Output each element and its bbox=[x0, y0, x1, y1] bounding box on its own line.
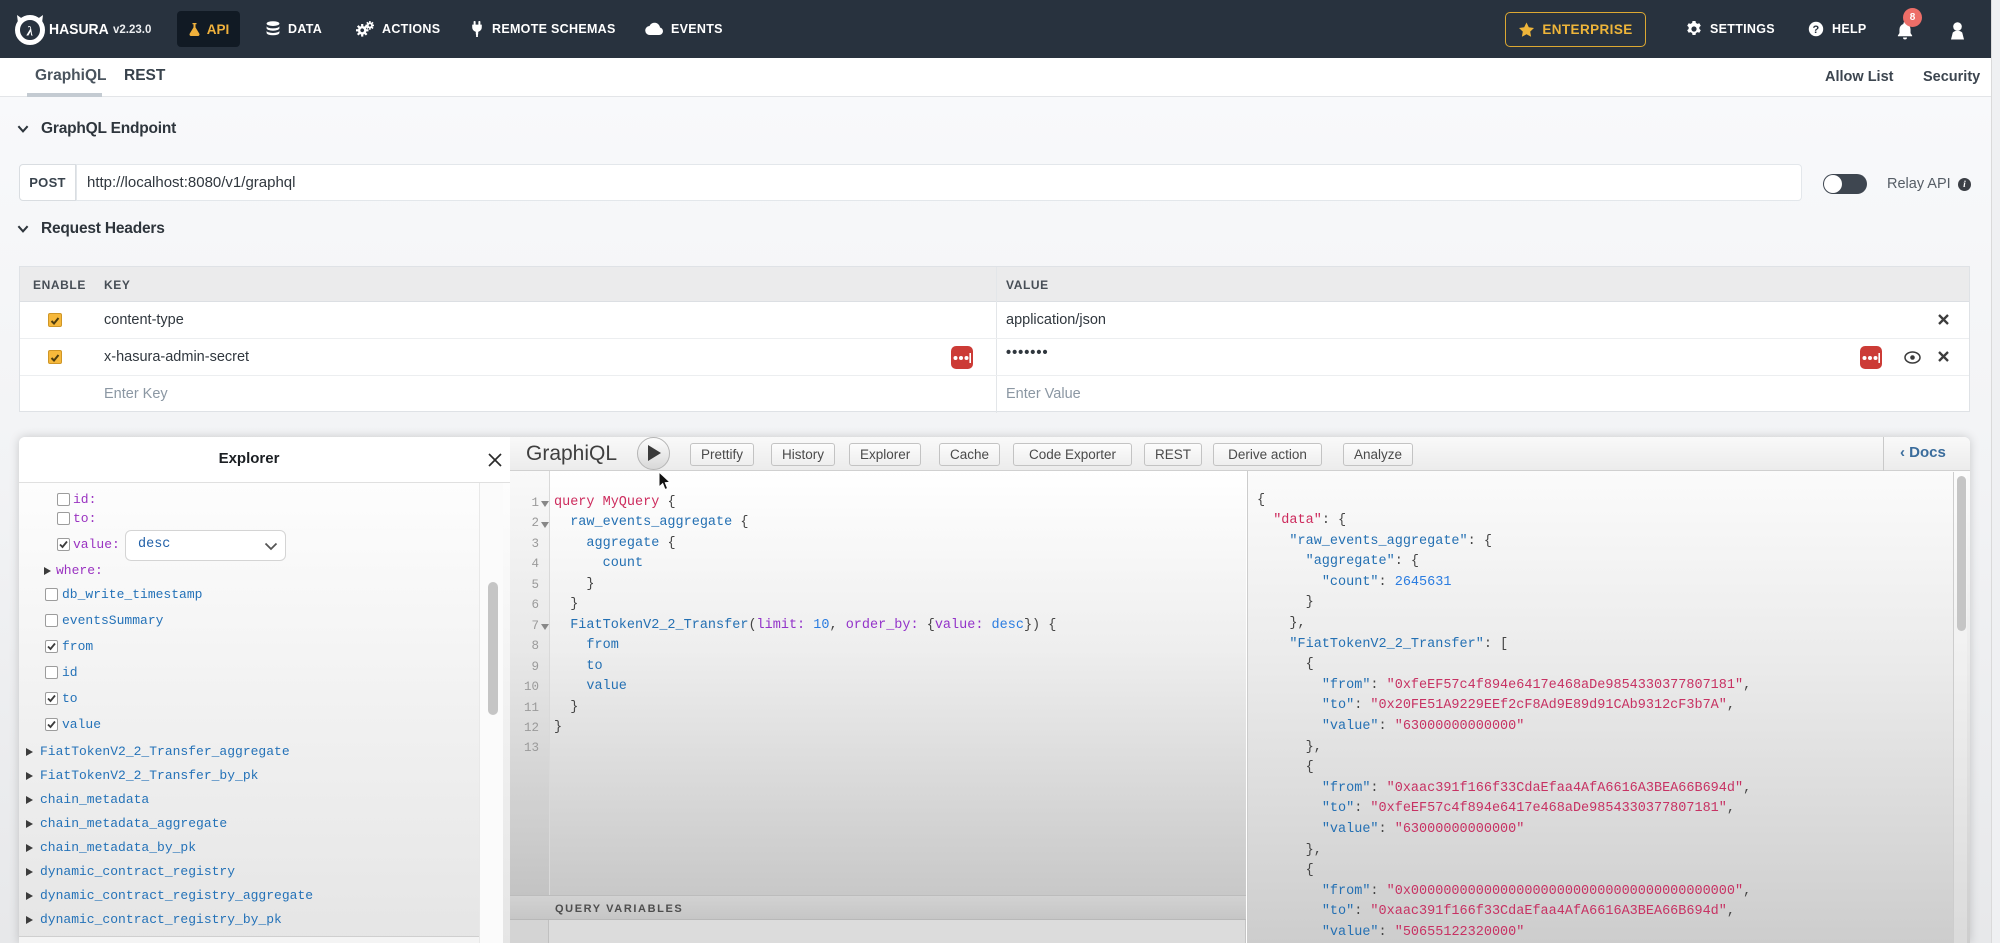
svg-text:?: ? bbox=[1812, 24, 1819, 36]
svg-text:λ: λ bbox=[26, 25, 33, 40]
